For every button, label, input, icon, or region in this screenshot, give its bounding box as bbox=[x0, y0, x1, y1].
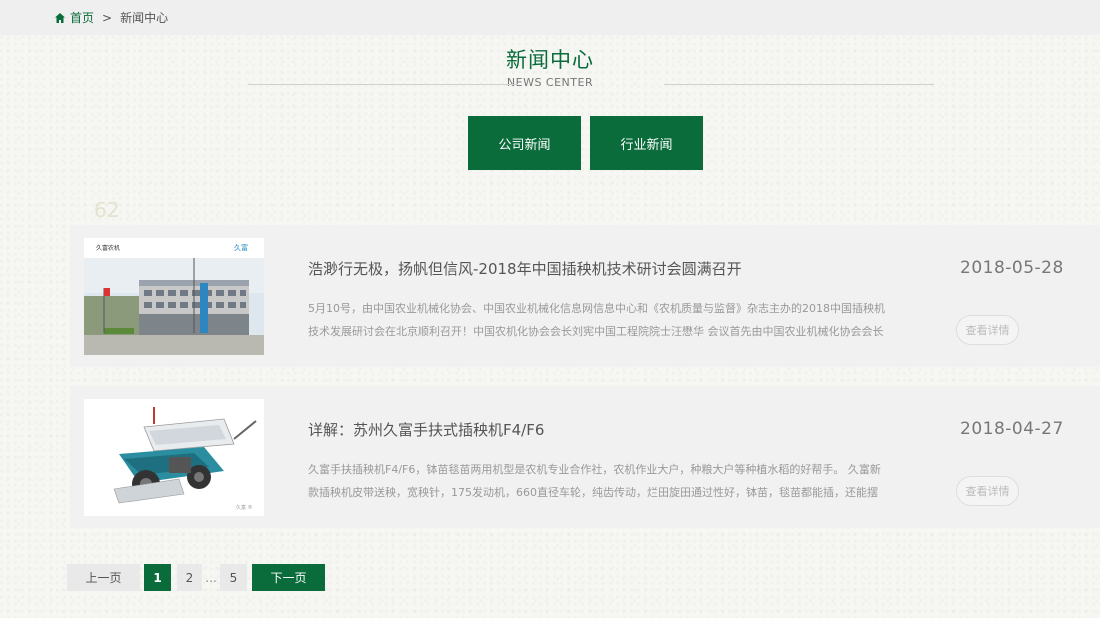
breadcrumb-separator: > bbox=[102, 10, 113, 25]
home-icon bbox=[55, 12, 65, 23]
next-page-button[interactable]: 下一页 bbox=[252, 564, 325, 591]
page-5-button[interactable]: 5 bbox=[220, 564, 247, 591]
breadcrumb-current: 新闻中心 bbox=[120, 11, 169, 25]
news-list-item[interactable]: 久富 ® 详解：苏州久富手扶式插秧机F4/F6 久富手扶插秧机F4/F6，钵苗毯… bbox=[70, 386, 1100, 528]
section-header: 新闻中心 NEWS CENTER bbox=[0, 44, 1100, 89]
news-summary: 5月10号，由中国农业机械化协会、中国农业机械化信息网信息中心和《农机质量与监督… bbox=[308, 302, 885, 338]
decorative-number: 62 bbox=[94, 198, 120, 222]
factory-building-image: 久富农机 久富 bbox=[84, 238, 264, 355]
breadcrumb: 首页 > 新闻中心 bbox=[0, 0, 1100, 35]
page-1-button[interactable]: 1 bbox=[144, 564, 171, 591]
view-details-button[interactable]: 查看详情 bbox=[956, 476, 1019, 506]
news-date: 2018-04-27 bbox=[960, 419, 1064, 439]
news-list-item[interactable]: 久富农机 久富 浩渺行无极，扬帆但信风-2018年中国插秧机技术研讨会圆满召开 … bbox=[70, 225, 1100, 367]
page-2-button[interactable]: 2 bbox=[177, 564, 202, 591]
news-title-link[interactable]: 浩渺行无极，扬帆但信风-2018年中国插秧机技术研讨会圆满召开 bbox=[308, 258, 742, 279]
svg-text:久富 ®: 久富 ® bbox=[236, 504, 253, 511]
breadcrumb-home-link[interactable]: 首页 bbox=[70, 9, 94, 26]
svg-text:久富: 久富 bbox=[234, 243, 248, 252]
news-title-link[interactable]: 详解：苏州久富手扶式插秧机F4/F6 bbox=[308, 419, 544, 440]
news-date: 2018-05-28 bbox=[960, 258, 1064, 278]
category-company-news-button[interactable]: 公司新闻 bbox=[468, 116, 581, 170]
rice-transplanter-image: 久富 ® bbox=[84, 399, 264, 516]
page-title: 新闻中心 bbox=[506, 48, 594, 72]
svg-text:久富农机: 久富农机 bbox=[96, 244, 120, 252]
news-thumbnail[interactable]: 久富 ® bbox=[84, 399, 264, 516]
news-summary: 久富手扶插秧机F4/F6，钵苗毯苗两用机型是农机专业合作社，农机作业大户，种粮大… bbox=[308, 463, 881, 499]
pagination: 上一页 1 2 ... 5 下一页 bbox=[0, 564, 1100, 591]
view-details-button[interactable]: 查看详情 bbox=[956, 315, 1019, 345]
news-thumbnail[interactable]: 久富农机 久富 bbox=[84, 238, 264, 355]
title-divider-left bbox=[248, 84, 518, 85]
page-subtitle: NEWS CENTER bbox=[506, 76, 594, 89]
pagination-ellipsis: ... bbox=[205, 570, 217, 585]
category-industry-news-button[interactable]: 行业新闻 bbox=[590, 116, 703, 170]
prev-page-button[interactable]: 上一页 bbox=[67, 564, 140, 591]
title-divider-right bbox=[664, 84, 934, 85]
